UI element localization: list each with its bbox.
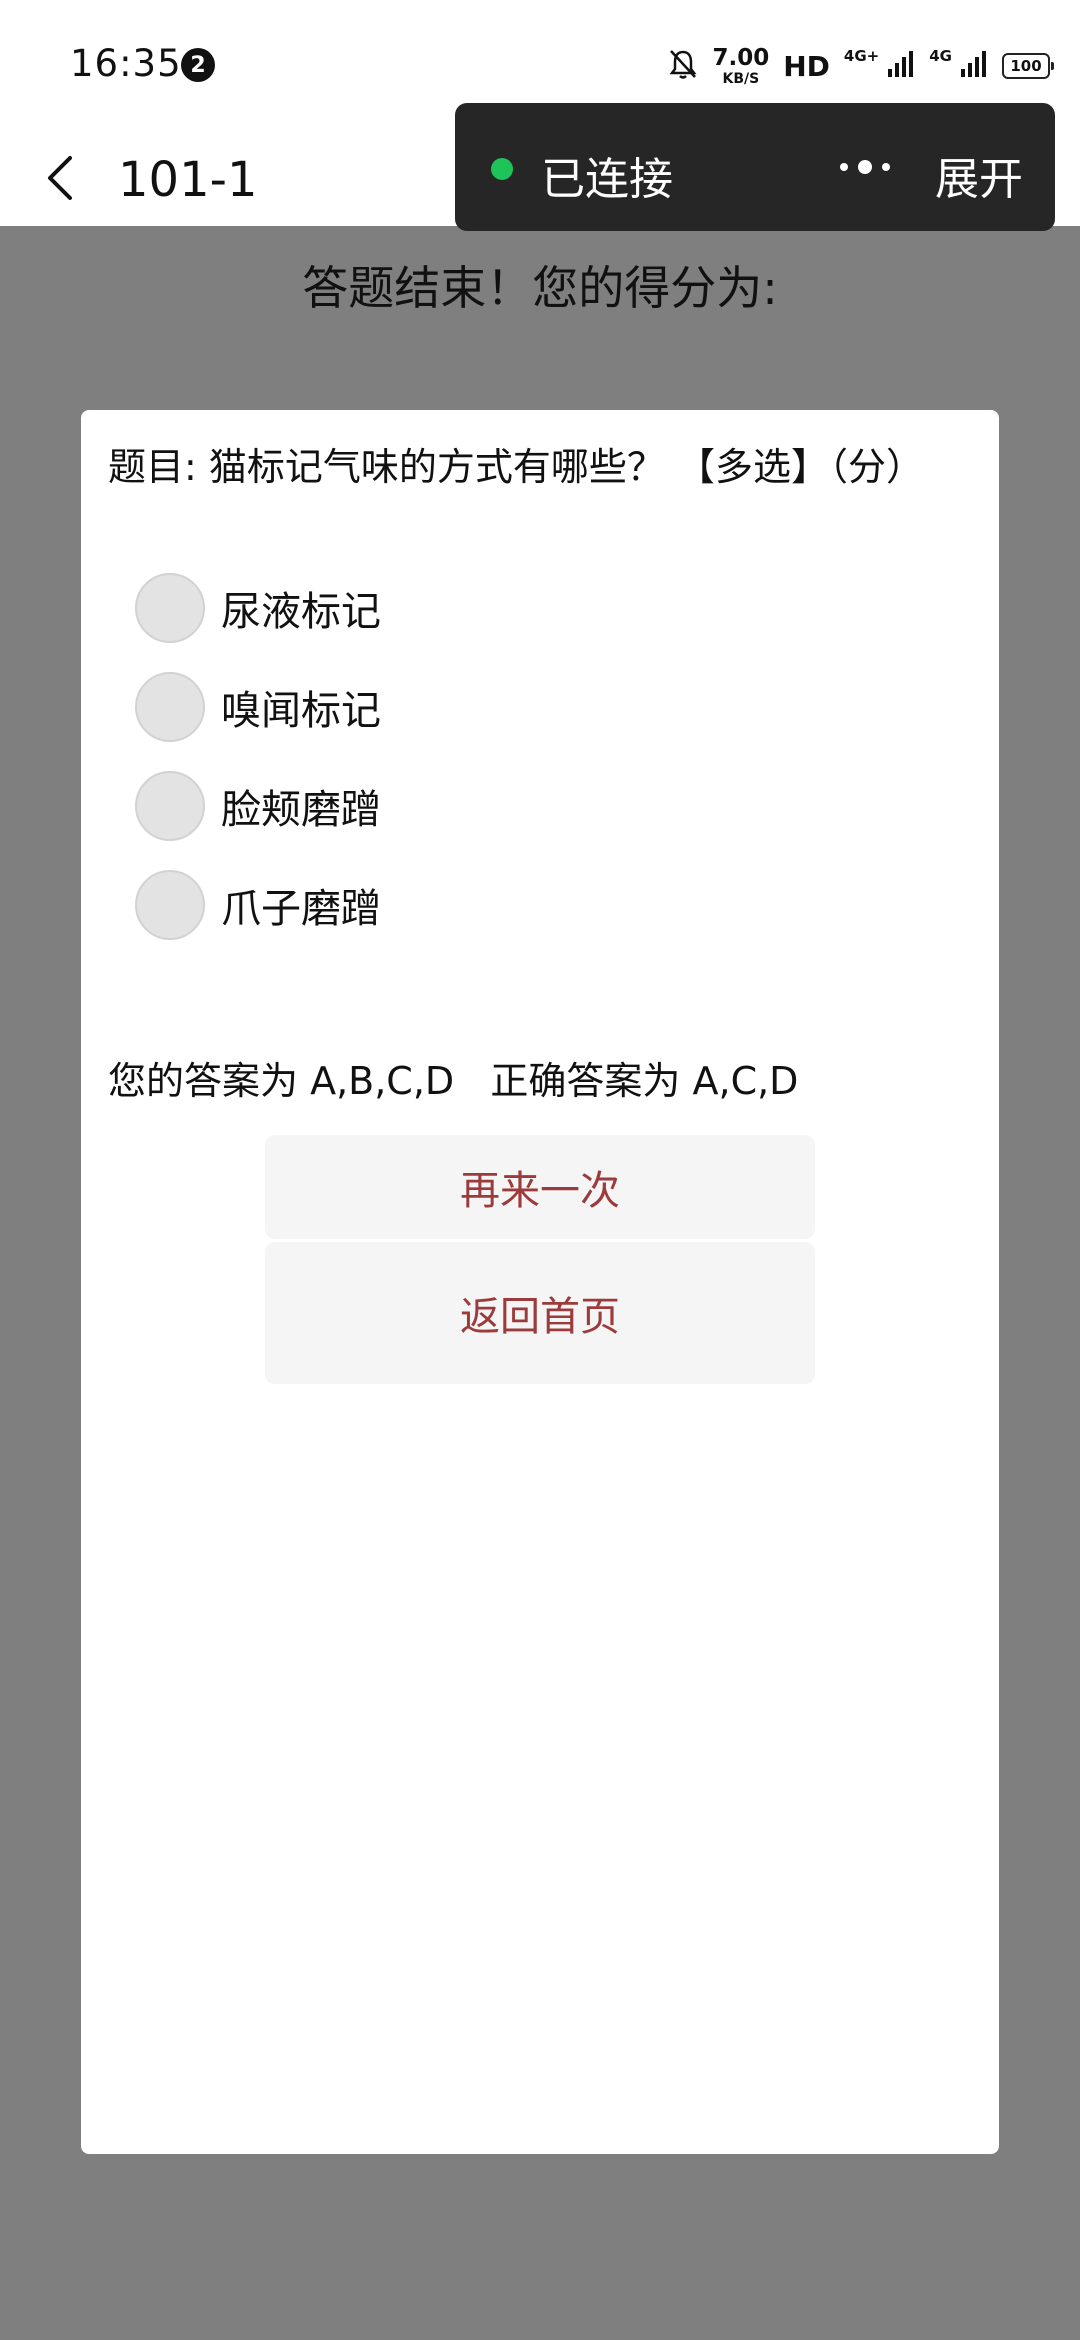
retry-button[interactable]: 再来一次 [265,1135,815,1239]
option-b[interactable]: 嗅闻标记 [135,671,381,743]
result-heading: 答题结束！您的得分为: [302,261,778,315]
option-label: 爪子磨蹭 [221,886,381,932]
page-title: 101-1 [118,152,258,208]
option-label: 脸颊磨蹭 [221,787,381,833]
mute-bell-icon [668,48,698,84]
home-button[interactable]: 返回首页 [265,1242,815,1384]
network-speed: 7.00 KB/S [712,44,770,87]
more-options-button[interactable] [805,139,925,195]
option-a[interactable]: 尿液标记 [135,572,381,644]
option-c[interactable]: 脸颊磨蹭 [135,770,381,842]
radio-button[interactable] [135,573,205,643]
signal-icon [887,49,915,83]
connected-status-dot [491,158,513,180]
expand-button[interactable]: 展开 [935,143,1023,207]
chevron-left-icon [48,156,72,200]
question-card: 题目: 猫标记气味的方式有哪些？ 【多选】（分） 尿液标记 嗅闻标记 脸颊磨蹭 … [81,410,999,2154]
option-label: 嗅闻标记 [221,688,381,734]
signal-icon [960,49,988,83]
option-d[interactable]: 爪子磨蹭 [135,869,381,941]
radio-button[interactable] [135,870,205,940]
radio-button[interactable] [135,672,205,742]
status-time: 16:35 [70,42,182,85]
network-type-1: 4G+ [843,47,880,65]
network-type-2: 4G [929,47,952,65]
back-button[interactable] [38,130,82,226]
battery-icon: 100 [1002,53,1054,79]
notification-count-badge: 2 [181,48,215,82]
status-icons: 7.00 KB/S HD 4G+ 4G 100 [668,44,1054,88]
hd-indicator: HD [783,49,830,83]
radio-button[interactable] [135,771,205,841]
option-label: 尿液标记 [221,589,381,635]
question-text: 题目: 猫标记气味的方式有哪些？ 【多选】（分） [108,445,924,489]
connection-panel: 已连接 展开 [455,103,1055,231]
answer-summary: 您的答案为 A,B,C,D 正确答案为 A,C,D [108,1059,799,1103]
connection-status-text: 已连接 [541,154,673,205]
